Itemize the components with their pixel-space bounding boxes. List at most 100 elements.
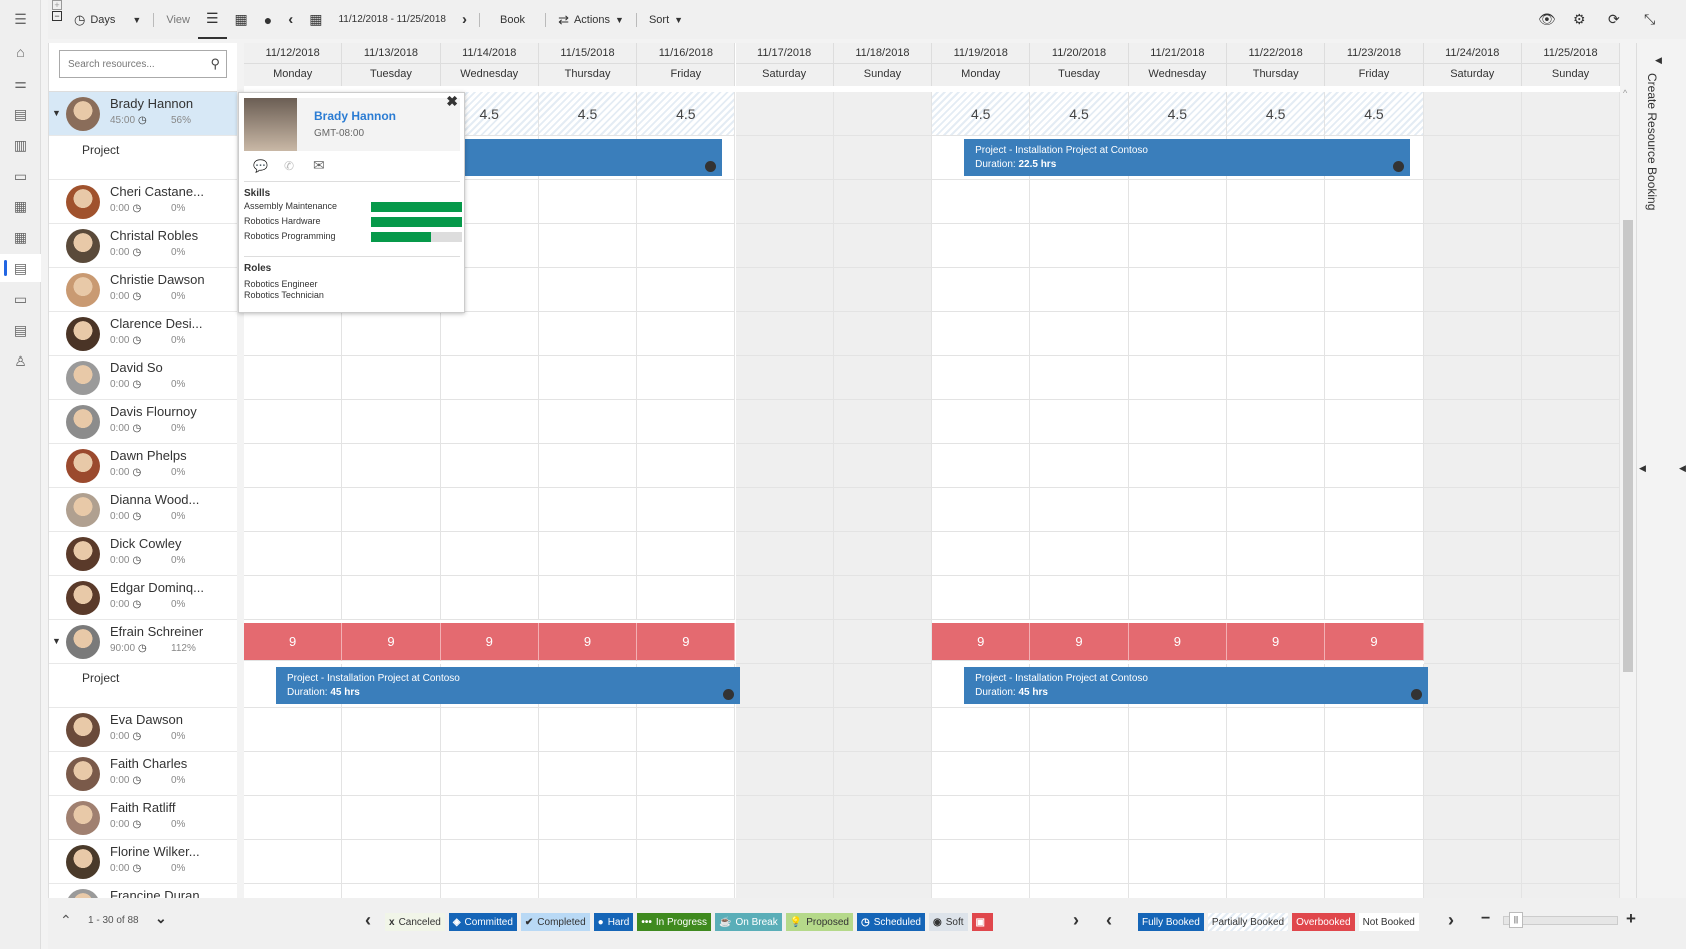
schedule-cell[interactable] xyxy=(1227,752,1326,796)
schedule-cell[interactable] xyxy=(735,532,834,576)
schedule-cell[interactable] xyxy=(1227,840,1326,884)
schedule-cell[interactable] xyxy=(1325,180,1424,224)
schedule-cell[interactable] xyxy=(833,488,933,532)
schedule-cell[interactable] xyxy=(833,796,933,840)
resource-row[interactable]: Faith Charles 0:00 ◷ 0% xyxy=(49,752,237,796)
legend-in-progress[interactable]: ••• In Progress xyxy=(637,913,712,931)
resource-row[interactable]: Dick Cowley 0:00 ◷ 0% xyxy=(49,532,237,576)
schedule-cell[interactable] xyxy=(735,400,834,444)
booking-bar[interactable]: Project - Installation Project at Contos… xyxy=(276,667,740,704)
schedule-cell[interactable] xyxy=(735,92,834,136)
search-input[interactable]: Search resources... ⚲ xyxy=(59,50,227,78)
booking-handle-icon[interactable] xyxy=(1392,161,1404,172)
schedule-cell[interactable] xyxy=(1227,576,1326,620)
calendar-active-icon[interactable]: ▤ xyxy=(0,254,41,282)
schedule-cell[interactable] xyxy=(1521,840,1620,884)
capacity-cell[interactable]: 9 xyxy=(1325,623,1424,661)
calendar-icon[interactable]: ▤ xyxy=(0,100,41,128)
resource-name[interactable]: Faith Ratliff xyxy=(110,800,176,815)
schedule-cell[interactable] xyxy=(1227,532,1326,576)
capacity-cell[interactable]: 9 xyxy=(1030,623,1129,661)
schedule-cell[interactable] xyxy=(637,180,736,224)
capacity-cell[interactable]: 9 xyxy=(342,623,441,661)
schedule-cell[interactable] xyxy=(833,532,933,576)
schedule-cell[interactable] xyxy=(440,400,539,444)
schedule-cell[interactable] xyxy=(342,708,441,752)
resource-name[interactable]: David So xyxy=(110,360,163,375)
search-icon[interactable]: ⚲ xyxy=(210,56,220,72)
resource-name[interactable]: Faith Charles xyxy=(110,756,187,771)
schedule-cell[interactable] xyxy=(1128,180,1227,224)
resource-row[interactable]: ▼ Efrain Schreiner 90:00 ◷ 112% xyxy=(49,620,237,664)
schedule-cell[interactable] xyxy=(1521,400,1620,444)
legend-canceled[interactable]: x Canceled xyxy=(385,913,445,931)
report-icon[interactable]: ▥ xyxy=(0,131,41,159)
resource-name[interactable]: Christie Dawson xyxy=(110,272,205,287)
resource-name[interactable]: Dick Cowley xyxy=(110,536,182,551)
schedule-cell[interactable] xyxy=(735,664,834,708)
schedule-cell[interactable] xyxy=(538,532,638,576)
schedule-cell[interactable] xyxy=(441,884,539,898)
capacity-cell[interactable]: 9 xyxy=(538,623,638,661)
schedule-cell[interactable] xyxy=(1521,224,1620,268)
schedule-cell[interactable] xyxy=(440,708,539,752)
schedule-cell[interactable] xyxy=(1521,796,1620,840)
schedule-cell[interactable] xyxy=(1227,224,1326,268)
schedule-cell[interactable] xyxy=(440,840,539,884)
previous-range-icon[interactable]: ‹ xyxy=(280,0,301,39)
schedule-cell[interactable] xyxy=(1128,708,1227,752)
schedule-cell[interactable] xyxy=(1030,840,1129,884)
schedule-cell[interactable] xyxy=(1423,620,1522,664)
schedule-cell[interactable] xyxy=(735,444,834,488)
schedule-cell[interactable] xyxy=(932,312,1031,356)
resource-name[interactable]: Efrain Schreiner xyxy=(110,624,203,639)
resource-row[interactable]: Faith Ratliff 0:00 ◷ 0% xyxy=(49,796,237,840)
schedule-cell[interactable] xyxy=(538,752,638,796)
schedule-cell[interactable] xyxy=(440,444,539,488)
map-view-icon[interactable]: ● xyxy=(256,0,280,39)
schedule-cell[interactable] xyxy=(1521,444,1620,488)
schedule-cell[interactable] xyxy=(1030,224,1129,268)
zoom-slider[interactable]: || xyxy=(1503,912,1618,928)
schedule-cell[interactable] xyxy=(1325,400,1424,444)
scrollbar-thumb[interactable] xyxy=(1623,220,1633,672)
resource-row[interactable]: ▼ Brady Hannon 45:00 ◷ 56% xyxy=(49,92,237,136)
schedule-cell[interactable] xyxy=(1128,268,1227,312)
grid-icon[interactable]: ▦ xyxy=(0,223,41,251)
legend-other[interactable]: ▣ xyxy=(971,913,993,931)
schedule-cell[interactable] xyxy=(244,752,343,796)
schedule-cell[interactable] xyxy=(833,356,933,400)
capacity-cell[interactable]: 9 xyxy=(932,623,1031,661)
expand-caret-icon[interactable]: ▼ xyxy=(52,636,61,646)
schedule-cell[interactable] xyxy=(1030,268,1129,312)
schedule-cell[interactable] xyxy=(1521,312,1620,356)
schedule-cell[interactable] xyxy=(440,356,539,400)
schedule-cell[interactable] xyxy=(1521,488,1620,532)
availability-prev-icon[interactable]: ‹ xyxy=(1106,910,1112,931)
schedule-cell[interactable] xyxy=(1227,268,1326,312)
resource-row[interactable]: Edgar Dominq... 0:00 ◷ 0% xyxy=(49,576,237,620)
schedule-cell[interactable] xyxy=(1129,884,1227,898)
schedule-cell[interactable] xyxy=(1521,884,1620,898)
schedule-cell[interactable] xyxy=(932,444,1031,488)
schedule-cell[interactable] xyxy=(1030,796,1129,840)
schedule-cell[interactable] xyxy=(244,884,343,898)
schedule-cell[interactable] xyxy=(1423,532,1522,576)
days-dropdown[interactable]: ◷ Days ▼ xyxy=(66,0,149,39)
schedule-cell[interactable] xyxy=(440,488,539,532)
schedule-cell[interactable] xyxy=(1423,884,1522,898)
eye-icon[interactable]: 👁 xyxy=(1538,0,1556,39)
schedule-cell[interactable] xyxy=(342,312,441,356)
schedule-cell[interactable] xyxy=(932,180,1031,224)
table-icon[interactable]: ▦ xyxy=(0,192,41,220)
resource-name[interactable]: Cheri Castane... xyxy=(110,184,204,199)
schedule-cell[interactable] xyxy=(932,488,1031,532)
schedule-cell[interactable] xyxy=(1423,664,1522,708)
resource-row[interactable]: Christal Robles 0:00 ◷ 0% xyxy=(49,224,237,268)
schedule-cell[interactable] xyxy=(637,576,736,620)
schedule-cell[interactable] xyxy=(833,620,933,664)
schedule-cell[interactable] xyxy=(1128,444,1227,488)
availability-next-icon[interactable]: › xyxy=(1448,910,1454,931)
menu-icon[interactable]: ☰ xyxy=(0,5,41,33)
schedule-cell[interactable] xyxy=(833,92,933,136)
